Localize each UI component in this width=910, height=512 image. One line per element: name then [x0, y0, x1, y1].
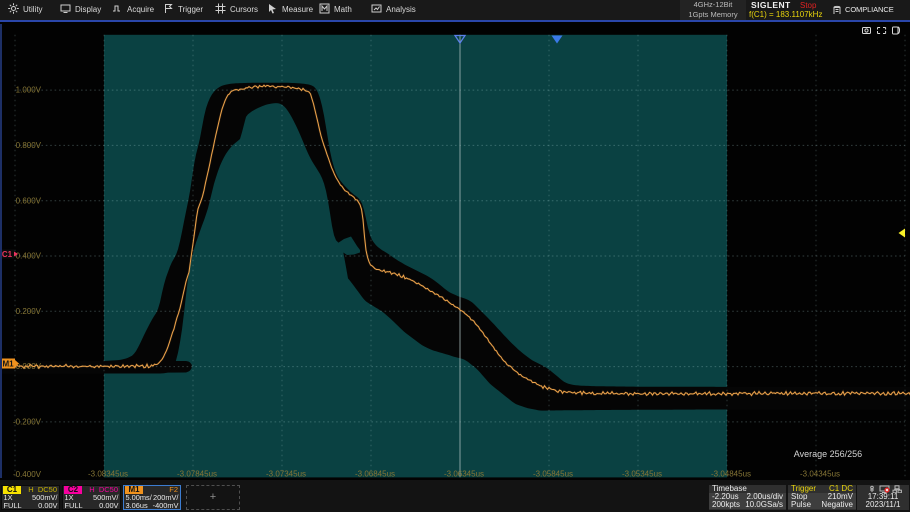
- svg-text:-3.05345us: -3.05345us: [622, 470, 662, 479]
- svg-text:0.600V: 0.600V: [16, 196, 42, 205]
- svg-text:-3.06345us: -3.06345us: [444, 470, 484, 479]
- svg-text:-0.200V: -0.200V: [13, 418, 42, 427]
- svg-text:0.800V: 0.800V: [16, 141, 42, 150]
- svg-text:-3.06845us: -3.06845us: [355, 470, 395, 479]
- svg-text:M1: M1: [2, 360, 14, 369]
- svg-text:1.000V: 1.000V: [16, 86, 42, 95]
- svg-text:-3.07845us: -3.07845us: [177, 470, 217, 479]
- svg-text:-3.05845us: -3.05845us: [533, 470, 573, 479]
- svg-text:-3.04345us: -3.04345us: [800, 470, 840, 479]
- svg-text:-3.07345us: -3.07345us: [266, 470, 306, 479]
- svg-text:-0.400V: -0.400V: [13, 470, 42, 479]
- svg-text:0.200V: 0.200V: [16, 307, 42, 316]
- svg-text:Average 256/256: Average 256/256: [794, 449, 862, 459]
- svg-text:-3.08345us: -3.08345us: [88, 470, 128, 479]
- svg-text:C1: C1: [2, 250, 13, 259]
- svg-text:-3.04845us: -3.04845us: [711, 470, 751, 479]
- svg-text:0.400V: 0.400V: [16, 252, 42, 261]
